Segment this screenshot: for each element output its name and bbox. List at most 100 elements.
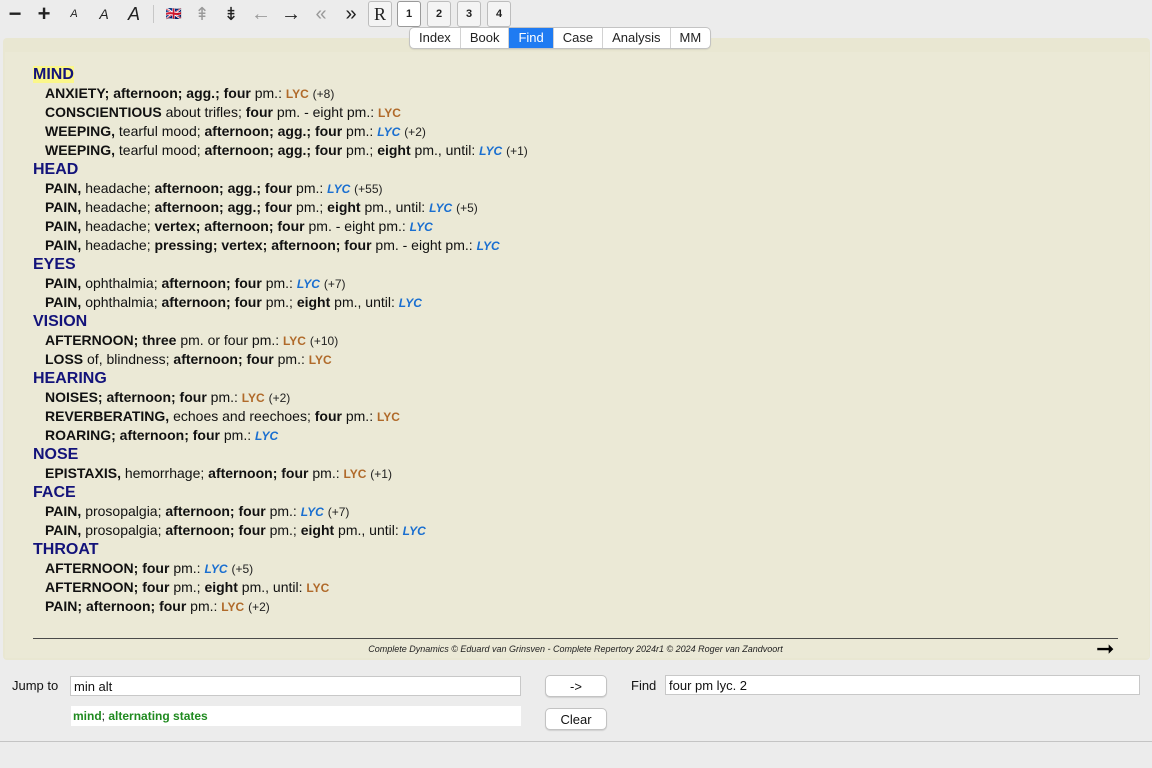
- chapter-heading[interactable]: EYES: [33, 255, 1113, 274]
- remedy-link[interactable]: LYC: [255, 429, 278, 443]
- remedy-link[interactable]: LYC: [378, 106, 401, 120]
- rubric-row[interactable]: AFTERNOON; three pm. or four pm.: LYC (+…: [33, 331, 1113, 350]
- chapter-heading[interactable]: MIND: [33, 65, 1113, 84]
- remedy-link[interactable]: LYC: [399, 296, 422, 310]
- remedy-link[interactable]: LYC: [479, 144, 502, 158]
- rubric-row[interactable]: PAIN, headache; afternoon; agg.; four pm…: [33, 179, 1113, 198]
- rubric-text: pm.:: [261, 275, 297, 291]
- view-3-button[interactable]: 3: [457, 1, 481, 27]
- next-page-arrow-icon[interactable]: ➞: [1096, 636, 1114, 662]
- tab-find[interactable]: Find: [509, 28, 554, 48]
- rubric-row[interactable]: ROARING; afternoon; four pm.: LYC: [33, 426, 1113, 445]
- zoom-in-icon[interactable]: +: [31, 1, 57, 26]
- rubric-row[interactable]: PAIN, headache; vertex; afternoon; four …: [33, 217, 1113, 236]
- remedy-link[interactable]: LYC: [377, 410, 400, 424]
- tab-index[interactable]: Index: [410, 28, 461, 48]
- rubric-row[interactable]: PAIN, headache; afternoon; agg.; four pm…: [33, 198, 1113, 217]
- remedy-link[interactable]: LYC: [286, 87, 309, 101]
- rubric-row[interactable]: NOISES; afternoon; four pm.: LYC (+2): [33, 388, 1113, 407]
- remedy-link[interactable]: LYC: [429, 201, 452, 215]
- rubric-bold-text: AFTERNOON; three: [45, 332, 177, 348]
- find-input[interactable]: [665, 675, 1140, 695]
- remedy-link[interactable]: LYC: [283, 334, 306, 348]
- rubric-text: pm.:: [265, 503, 301, 519]
- rubric-text: pm., until:: [237, 579, 307, 595]
- rubric-bold-text: WEEPING,: [45, 123, 116, 139]
- jump-to-input[interactable]: [70, 676, 521, 696]
- go-button[interactable]: ->: [545, 675, 607, 697]
- remedy-link[interactable]: LYC: [309, 353, 332, 367]
- rubric-bold-text: ROARING; afternoon; four: [45, 427, 220, 443]
- remedy-count: (+1): [506, 144, 528, 158]
- chapter-heading[interactable]: FACE: [33, 483, 1113, 502]
- rubric-row[interactable]: EPISTAXIS, hemorrhage; afternoon; four p…: [33, 464, 1113, 483]
- view-2-button[interactable]: 2: [427, 1, 451, 27]
- rubric-row[interactable]: PAIN, ophthalmia; afternoon; four pm.; e…: [33, 293, 1113, 312]
- page-down-icon[interactable]: ⇟: [218, 2, 244, 26]
- rubric-row[interactable]: PAIN, prosopalgia; afternoon; four pm.; …: [33, 521, 1113, 540]
- rubric-row[interactable]: PAIN; afternoon; four pm.: LYC (+2): [33, 597, 1113, 616]
- tab-case[interactable]: Case: [554, 28, 604, 48]
- chapter-heading[interactable]: THROAT: [33, 540, 1113, 559]
- remedy-link[interactable]: LYC: [477, 239, 500, 253]
- remedy-link[interactable]: LYC: [410, 220, 433, 234]
- rubric-bold-text: PAIN,: [45, 218, 82, 234]
- status-divider: [0, 741, 1152, 742]
- chapter-heading[interactable]: HEARING: [33, 369, 1113, 388]
- page-up-icon[interactable]: ⇞: [189, 2, 215, 26]
- rubric-row[interactable]: PAIN, ophthalmia; afternoon; four pm.: L…: [33, 274, 1113, 293]
- rubric-row[interactable]: AFTERNOON; four pm.; eight pm., until: L…: [33, 578, 1113, 597]
- back-arrow-icon[interactable]: ←: [248, 2, 274, 26]
- rubric-bold-text: afternoon; four: [165, 522, 266, 538]
- chapter-heading[interactable]: VISION: [33, 312, 1113, 331]
- rubric-text: tearful mood;: [115, 142, 205, 158]
- repertory-button[interactable]: R: [368, 1, 392, 27]
- chapter-title: HEARING: [33, 370, 107, 387]
- rubric-row[interactable]: WEEPING, tearful mood; afternoon; agg.; …: [33, 122, 1113, 141]
- view-4-button[interactable]: 4: [487, 1, 511, 27]
- first-page-icon[interactable]: «: [308, 2, 334, 26]
- tab-analysis[interactable]: Analysis: [603, 28, 671, 48]
- remedy-link[interactable]: LYC: [301, 505, 324, 519]
- rubric-text: headache;: [81, 218, 155, 234]
- remedy-link[interactable]: LYC: [221, 600, 244, 614]
- remedy-link[interactable]: LYC: [327, 182, 350, 196]
- font-small-icon[interactable]: A: [61, 2, 87, 26]
- rubric-bold-text: four: [245, 104, 273, 120]
- chapter-heading[interactable]: HEAD: [33, 160, 1113, 179]
- rubric-text: pm., until:: [334, 522, 403, 538]
- chapter-heading[interactable]: NOSE: [33, 445, 1113, 464]
- clear-button[interactable]: Clear: [545, 708, 607, 730]
- remedy-link[interactable]: LYC: [297, 277, 320, 291]
- tab-book[interactable]: Book: [461, 28, 510, 48]
- rubric-row[interactable]: AFTERNOON; four pm.: LYC (+5): [33, 559, 1113, 578]
- remedy-link[interactable]: LYC: [204, 562, 227, 576]
- rubric-text: echoes and reechoes;: [169, 408, 315, 424]
- rubric-row[interactable]: ANXIETY; afternoon; agg.; four pm.: LYC …: [33, 84, 1113, 103]
- language-flag-icon[interactable]: 🇬🇧: [161, 2, 187, 26]
- last-page-icon[interactable]: »: [338, 2, 364, 26]
- chapter-title: THROAT: [33, 541, 99, 558]
- rubric-text: pm. - eight pm.:: [304, 218, 410, 234]
- rubric-row[interactable]: PAIN, prosopalgia; afternoon; four pm.: …: [33, 502, 1113, 521]
- font-large-icon[interactable]: A: [121, 2, 147, 26]
- rubric-row[interactable]: CONSCIENTIOUS about trifles; four pm. - …: [33, 103, 1113, 122]
- remedy-link[interactable]: LYC: [377, 125, 400, 139]
- font-medium-icon[interactable]: A: [91, 2, 117, 26]
- tab-mm[interactable]: MM: [671, 28, 711, 48]
- rubric-text: pm.:: [308, 465, 344, 481]
- rubric-row[interactable]: WEEPING, tearful mood; afternoon; agg.; …: [33, 141, 1113, 160]
- remedy-link[interactable]: LYC: [344, 467, 367, 481]
- remedy-link[interactable]: LYC: [403, 524, 426, 538]
- find-results: MIND ANXIETY; afternoon; agg.; four pm.: …: [33, 65, 1113, 616]
- jump-suggestion[interactable]: mind; alternating states: [71, 706, 521, 726]
- remedy-link[interactable]: LYC: [306, 581, 329, 595]
- rubric-row[interactable]: LOSS of, blindness; afternoon; four pm.:…: [33, 350, 1113, 369]
- remedy-count: (+7): [323, 277, 346, 291]
- remedy-link[interactable]: LYC: [242, 391, 265, 405]
- view-1-button[interactable]: 1: [397, 1, 421, 27]
- zoom-out-icon[interactable]: −: [2, 1, 28, 26]
- rubric-row[interactable]: REVERBERATING, echoes and reechoes; four…: [33, 407, 1113, 426]
- rubric-row[interactable]: PAIN, headache; pressing; vertex; aftern…: [33, 236, 1113, 255]
- forward-arrow-icon[interactable]: →: [278, 2, 304, 26]
